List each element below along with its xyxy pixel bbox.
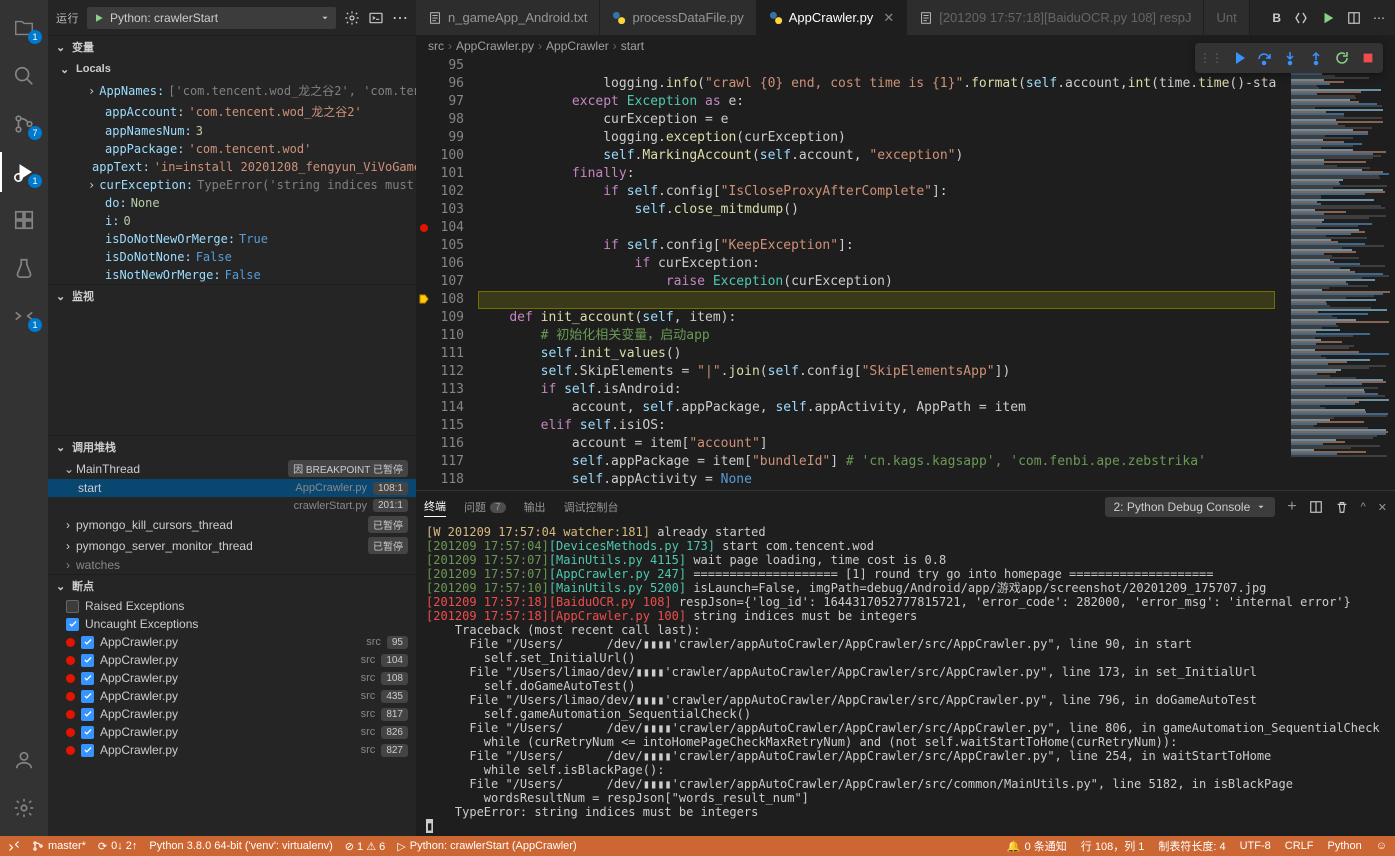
- gear-icon[interactable]: [344, 10, 360, 26]
- variable-row[interactable]: isDoNotNewOrMerge: True: [48, 230, 416, 248]
- debug-status[interactable]: ▷ Python: crawlerStart (AppCrawler): [397, 840, 576, 853]
- sidebar-title: 运行: [56, 10, 79, 26]
- debug-toolbar: ⋮⋮: [1195, 43, 1383, 73]
- editor-tab[interactable]: [201209 17:57:18][BaiduOCR.py 108] respJ: [907, 0, 1204, 35]
- thread-item[interactable]: ›pymongo_kill_cursors_thread已暂停: [48, 514, 416, 535]
- breakpoint-item[interactable]: AppCrawler.pysrc104: [48, 651, 416, 669]
- breadcrumb-item[interactable]: AppCrawler.py: [456, 39, 534, 53]
- bold-icon[interactable]: B: [1272, 11, 1281, 25]
- more-actions-icon[interactable]: ⋯: [1373, 11, 1385, 25]
- drag-grip-icon[interactable]: ⋮⋮: [1199, 51, 1223, 65]
- variables-section-header[interactable]: ⌄变量: [48, 36, 416, 58]
- activity-bar: 1 7 1 1: [0, 0, 48, 836]
- split-editor-icon[interactable]: [1347, 11, 1361, 25]
- step-out-icon[interactable]: [1305, 47, 1327, 69]
- editor-group: n_gameApp_Android.txtprocessDataFile.pyA…: [416, 0, 1395, 836]
- errors-warnings-status[interactable]: ⊘ 1 ⚠ 6: [345, 840, 385, 853]
- terminal-select[interactable]: 2: Python Debug Console: [1105, 497, 1276, 517]
- variable-row[interactable]: appAccount: 'com.tencent.wod_龙之谷2': [48, 101, 416, 122]
- close-panel-icon[interactable]: ✕: [1378, 501, 1387, 514]
- run-debug-icon[interactable]: 1: [0, 152, 48, 192]
- breakpoints-section-header[interactable]: ⌄断点: [48, 575, 416, 597]
- editor-tab[interactable]: Unt: [1204, 0, 1249, 35]
- variable-row[interactable]: isNotNewOrMerge: False: [48, 266, 416, 284]
- sync-status[interactable]: ⟳ 0↓ 2↑: [98, 840, 138, 853]
- encoding-status[interactable]: UTF-8: [1240, 838, 1271, 854]
- variable-row[interactable]: isDoNotNone: False: [48, 248, 416, 266]
- step-over-icon[interactable]: [1253, 47, 1275, 69]
- debug-config-select[interactable]: Python: crawlerStart: [87, 7, 336, 29]
- editor-tab[interactable]: n_gameApp_Android.txt: [416, 0, 600, 35]
- terminal-output[interactable]: [W 201209 17:57:04 watcher:181] already …: [416, 523, 1395, 836]
- variable-row[interactable]: i: 0: [48, 212, 416, 230]
- breadcrumb-item[interactable]: AppCrawler: [546, 39, 609, 53]
- step-into-icon[interactable]: [1279, 47, 1301, 69]
- accounts-icon[interactable]: [0, 740, 48, 780]
- breakpoint-item[interactable]: AppCrawler.pysrc827: [48, 741, 416, 759]
- debug-sidebar: 运行 Python: crawlerStart ⋯ ⌄变量 ⌄Locals ›A…: [48, 0, 416, 836]
- thread-item[interactable]: ›pymongo_server_monitor_thread已暂停: [48, 535, 416, 556]
- callstack-frame[interactable]: crawlerStart.py201:1: [48, 497, 416, 514]
- uncaught-exceptions-checkbox[interactable]: Uncaught Exceptions: [48, 615, 416, 633]
- debug-console-icon[interactable]: [368, 10, 384, 26]
- remote-icon[interactable]: 1: [0, 296, 48, 336]
- panel: 终端 问题7 输出 调试控制台 2: Python Debug Console …: [416, 490, 1395, 836]
- eol-status[interactable]: CRLF: [1285, 838, 1314, 854]
- extensions-icon[interactable]: [0, 200, 48, 240]
- callstack-section-header[interactable]: ⌄调用堆栈: [48, 436, 416, 458]
- terminal-tab[interactable]: 终端: [424, 498, 446, 517]
- raised-exceptions-checkbox[interactable]: Raised Exceptions: [48, 597, 416, 615]
- run-file-icon[interactable]: [1321, 11, 1335, 25]
- breakpoint-item[interactable]: AppCrawler.pysrc108: [48, 669, 416, 687]
- breadcrumb-item[interactable]: src: [428, 39, 444, 53]
- test-icon[interactable]: [0, 248, 48, 288]
- notifications-status[interactable]: 🔔 0 条通知: [1007, 838, 1067, 854]
- variable-row[interactable]: ›curException: TypeError('string indices…: [48, 176, 416, 194]
- minimap[interactable]: [1285, 57, 1395, 490]
- variable-row[interactable]: ›AppNames: ['com.tencent.wod_龙之谷2', 'com…: [48, 80, 416, 101]
- breakpoint-item[interactable]: AppCrawler.pysrc435: [48, 687, 416, 705]
- split-terminal-icon[interactable]: [1309, 500, 1323, 514]
- settings-gear-icon[interactable]: [0, 788, 48, 828]
- output-tab[interactable]: 输出: [524, 499, 546, 515]
- breakpoint-item[interactable]: AppCrawler.pysrc95: [48, 633, 416, 651]
- debug-console-tab[interactable]: 调试控制台: [564, 499, 619, 515]
- variable-row[interactable]: appNamesNum: 3: [48, 122, 416, 140]
- watch-section-header[interactable]: ⌄监视: [48, 285, 416, 307]
- editor-tab[interactable]: processDataFile.py: [600, 0, 756, 35]
- problems-tab[interactable]: 问题7: [464, 499, 506, 515]
- close-tab-icon[interactable]: ✕: [883, 10, 894, 26]
- more-icon[interactable]: ⋯: [392, 8, 408, 28]
- locals-header[interactable]: ⌄Locals: [48, 58, 416, 80]
- code-editor[interactable]: 9596979899100101102103104105106107108109…: [416, 57, 1395, 490]
- status-bar: master* ⟳ 0↓ 2↑ Python 3.8.0 64-bit ('ve…: [0, 836, 1395, 856]
- editor-tabs: n_gameApp_Android.txtprocessDataFile.pyA…: [416, 0, 1395, 35]
- restart-icon[interactable]: [1331, 47, 1353, 69]
- stop-icon[interactable]: [1357, 47, 1379, 69]
- variable-row[interactable]: appText: 'in=install 20201208_fengyun_Vi…: [48, 158, 416, 176]
- new-terminal-icon[interactable]: +: [1287, 498, 1296, 516]
- continue-icon[interactable]: [1227, 47, 1249, 69]
- kill-terminal-icon[interactable]: [1335, 500, 1349, 514]
- cursor-position[interactable]: 行 108，列 1: [1081, 838, 1145, 854]
- remote-status[interactable]: [8, 840, 20, 852]
- scm-icon[interactable]: 7: [0, 104, 48, 144]
- breadcrumb-item[interactable]: start: [621, 39, 644, 53]
- maximize-panel-icon[interactable]: ^: [1361, 501, 1366, 513]
- search-icon[interactable]: [0, 56, 48, 96]
- compare-icon[interactable]: [1293, 10, 1309, 26]
- python-env-status[interactable]: Python 3.8.0 64-bit ('venv': virtualenv): [149, 840, 332, 852]
- variable-row[interactable]: do: None: [48, 194, 416, 212]
- breakpoint-item[interactable]: AppCrawler.pysrc817: [48, 705, 416, 723]
- language-status[interactable]: Python: [1328, 838, 1362, 854]
- variable-row[interactable]: appPackage: 'com.tencent.wod': [48, 140, 416, 158]
- indent-status[interactable]: 制表符长度: 4: [1158, 838, 1225, 854]
- editor-tab[interactable]: AppCrawler.py✕: [757, 0, 907, 35]
- feedback-icon[interactable]: ☺: [1376, 838, 1387, 854]
- thread-item[interactable]: ⌄ MainThread 因 BREAKPOINT 已暂停: [48, 458, 416, 479]
- breakpoint-item[interactable]: AppCrawler.pysrc826: [48, 723, 416, 741]
- branch-status[interactable]: master*: [32, 840, 86, 852]
- callstack-frame[interactable]: startAppCrawler.py108:1: [48, 479, 416, 497]
- explorer-icon[interactable]: 1: [0, 8, 48, 48]
